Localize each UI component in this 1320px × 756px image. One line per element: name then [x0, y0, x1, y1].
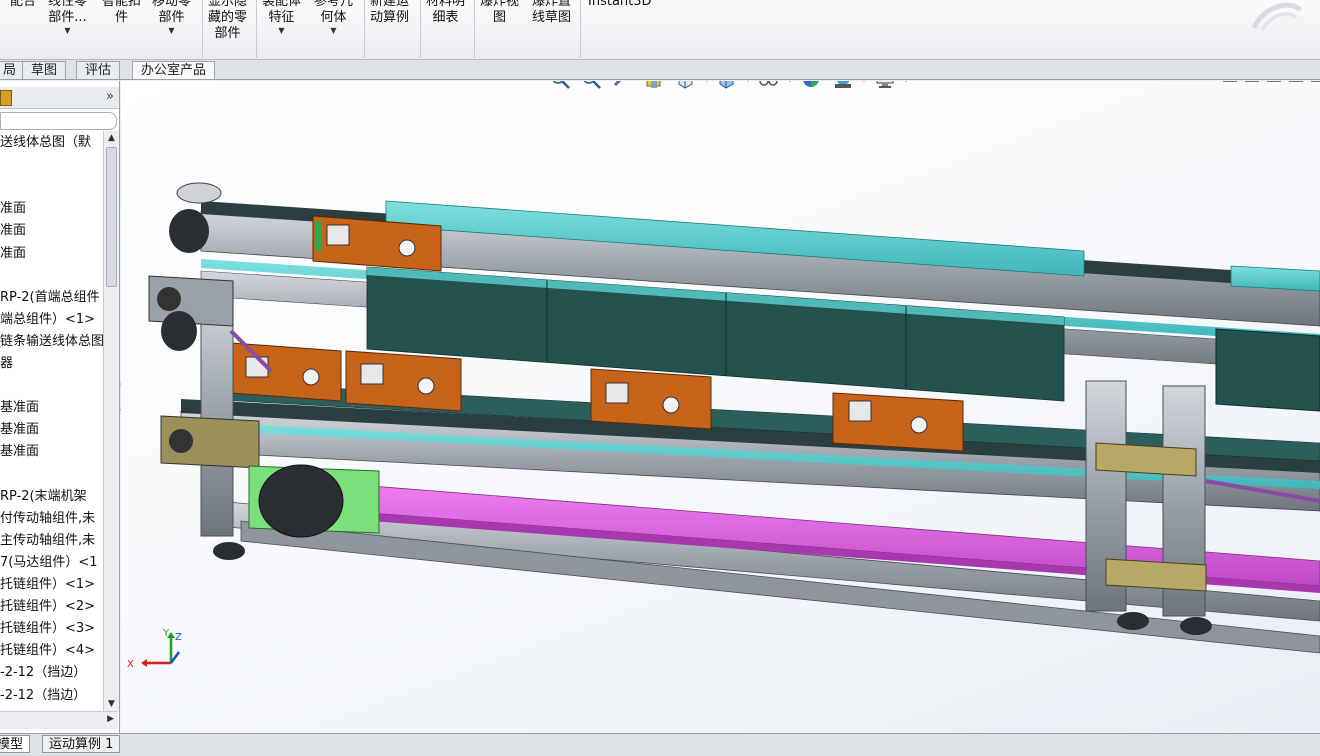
tree-item[interactable]: 付传动轴组件,未: [0, 510, 95, 528]
move-component-label: 移动零 部件: [152, 0, 192, 25]
tree-item[interactable]: 链条输送线体总图: [0, 333, 104, 351]
tree-item[interactable]: 器: [0, 355, 13, 373]
ribbon-separator: [364, 0, 365, 58]
tree-item[interactable]: 托链组件）<3>: [0, 620, 95, 638]
command-manager-tabs: 局 草图 评估 办公室产品: [0, 60, 1320, 80]
tab-label: 评估: [85, 63, 112, 78]
new-motion-study-button[interactable]: 新建运 动算例: [370, 0, 409, 26]
reference-geometry-label: 参考几 何体: [314, 0, 354, 25]
solidworks-window: 配合 线性零 部件... ▼ 智能扣 件 移动零 部件 ▼ 显示隐 藏的零 部件 装…: [0, 0, 1320, 756]
tree-item[interactable]: 托链组件）<4>: [0, 642, 95, 660]
instant3d-label: Instant3D: [588, 0, 652, 9]
tree-item[interactable]: 准面: [0, 222, 26, 240]
tree-item[interactable]: 主传动轴组件,未: [0, 532, 95, 550]
tree-item[interactable]: RP-2(末端机架: [0, 488, 87, 506]
reference-geometry-button[interactable]: 参考几 何体 ▼: [314, 0, 353, 36]
tab-label: 办公室产品: [141, 63, 207, 78]
bom-label: 材料明 细表: [426, 0, 466, 25]
chevron-down-icon[interactable]: ▼: [48, 26, 87, 36]
orange-plate: [345, 350, 462, 412]
tree-item[interactable]: 基准面: [0, 421, 39, 439]
panel-header: »: [0, 87, 119, 109]
scroll-thumb[interactable]: [106, 147, 117, 287]
show-hidden-label: 显示隐 藏的零 部件: [208, 0, 248, 41]
tree-item[interactable]: 7(马达组件）<1: [0, 554, 98, 572]
tree-item[interactable]: RP-2(首端总组件: [0, 289, 100, 307]
tree-item[interactable]: 托链组件）<2>: [0, 598, 95, 616]
ribbon-separator: [580, 0, 581, 58]
tree-item[interactable]: 托链组件）<1>: [0, 576, 95, 594]
bill-of-materials-button[interactable]: 材料明 细表: [426, 0, 465, 26]
explode-line-label: 爆炸直 线草图: [532, 0, 572, 25]
show-hidden-components-button[interactable]: 显示隐 藏的零 部件: [208, 0, 247, 42]
graphics-area[interactable]: ◫ ◧ – ❐ ×: [121, 81, 1320, 733]
smart-fasteners-button[interactable]: 智能扣 件: [102, 0, 141, 26]
collapse-panel-icon[interactable]: »: [106, 89, 114, 104]
orange-plate: [832, 392, 964, 452]
tree-item[interactable]: 端总组件）<1>: [0, 311, 95, 329]
triad-z-label: Z: [175, 632, 182, 643]
move-component-button[interactable]: 移动零 部件 ▼: [152, 0, 191, 36]
scroll-right-icon[interactable]: ▶: [107, 714, 114, 724]
tree-vertical-scrollbar[interactable]: ▲ ▼: [103, 131, 119, 711]
assembly-features-button[interactable]: 装配体 特征 ▼: [262, 0, 301, 36]
tab-label: 模型: [0, 737, 24, 752]
tree-horizontal-scrollbar[interactable]: ▶: [0, 711, 118, 729]
exploded-view-label: 爆炸视 图: [480, 0, 520, 25]
scroll-up-icon[interactable]: ▲: [104, 131, 119, 145]
tree-item[interactable]: 基准面: [0, 399, 39, 417]
linear-pattern-label: 线性零 部件...: [48, 0, 88, 25]
smart-fasteners-label: 智能扣 件: [102, 0, 142, 25]
tab-label: 草图: [31, 63, 58, 78]
instant3d-button[interactable]: Instant3D: [588, 0, 652, 10]
model-motion-tabs: 模型 运动算例 1: [0, 733, 1320, 756]
tab-office-products[interactable]: 办公室产品: [132, 61, 216, 79]
feature-manager-tab-icon[interactable]: [0, 90, 12, 106]
tree-filter-input[interactable]: [0, 112, 117, 130]
command-manager-ribbon: 配合 线性零 部件... ▼ 智能扣 件 移动零 部件 ▼ 显示隐 藏的零 部件 装…: [0, 0, 1320, 60]
tree-item[interactable]: 准面: [0, 245, 26, 263]
mate-label: 配合: [10, 0, 37, 9]
triad-y-label: Y: [162, 628, 170, 639]
tab-model[interactable]: 模型: [0, 735, 31, 753]
ds-logo-icon: [1251, 2, 1302, 32]
tree-item[interactable]: -2-12（挡边）: [0, 687, 86, 705]
new-motion-study-label: 新建运 动算例: [370, 0, 410, 25]
exploded-view-button[interactable]: 爆炸视 图: [480, 0, 519, 26]
triad-x-label: X: [127, 659, 134, 670]
feature-tree: 送线体总图（默 准面 准面 准面 RP-2(首端总组件 端总组件）<1> 链条输送线体总图器…: [0, 131, 104, 711]
tree-item[interactable]: -2-12（挡边）: [0, 664, 86, 682]
tab-label: 运动算例 1: [49, 737, 114, 752]
ribbon-separator: [420, 0, 421, 58]
assembly-features-label: 装配体 特征: [262, 0, 302, 25]
tree-item[interactable]: 基准面: [0, 443, 39, 461]
tab-sketch[interactable]: 草图: [22, 61, 67, 79]
ribbon-separator: [474, 0, 475, 58]
tab-evaluate[interactable]: 评估: [76, 61, 121, 79]
mate-button[interactable]: 配合: [10, 0, 36, 10]
ribbon-separator: [256, 0, 257, 58]
chevron-down-icon[interactable]: ▼: [262, 26, 301, 36]
chevron-down-icon[interactable]: ▼: [152, 26, 191, 36]
motor: [248, 464, 380, 538]
reference-triad-icon: X Y Z: [127, 628, 182, 670]
tab-label: 局: [3, 63, 17, 78]
orange-plate: [590, 368, 712, 430]
linear-component-pattern-button[interactable]: 线性零 部件... ▼: [48, 0, 87, 36]
orange-plate: [230, 342, 342, 402]
scroll-down-icon[interactable]: ▼: [104, 697, 119, 711]
ribbon-separator: [202, 0, 203, 58]
explode-line-sketch-button[interactable]: 爆炸直 线草图: [532, 0, 571, 26]
tree-item[interactable]: 准面: [0, 200, 26, 218]
tree-item[interactable]: 送线体总图（默: [0, 134, 91, 152]
feature-manager-panel: » 送线体总图（默 准面 准面 准面 RP-2(首端总组件 端总组件）<1> 链条输送线体总…: [0, 81, 120, 733]
conveyor-assembly-model[interactable]: [121, 81, 1320, 733]
chevron-down-icon[interactable]: ▼: [314, 26, 353, 36]
orange-plate: [312, 215, 442, 272]
tab-motion-study-1[interactable]: 运动算例 1: [42, 735, 121, 753]
